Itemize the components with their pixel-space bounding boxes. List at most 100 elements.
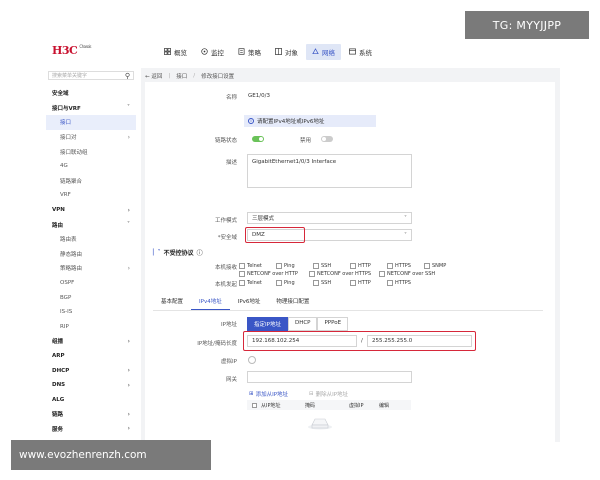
sidebar-item-4[interactable]: 接口联动组	[46, 144, 136, 159]
sidebar-item-15[interactable]: IS-IS	[46, 305, 136, 320]
sidebar-item-22[interactable]: 链路 ›	[46, 407, 136, 422]
sidebar-item-12[interactable]: 策略路由 ›	[46, 261, 136, 276]
protocol-checkbox[interactable]: HTTPS	[387, 279, 424, 287]
ip-highlight	[243, 331, 476, 351]
sidebar-item-5[interactable]: 4G	[46, 159, 136, 174]
info-icon: i	[248, 118, 254, 124]
search-icon[interactable]: ⚲	[125, 72, 130, 80]
sidebar-item-11[interactable]: 静态路由	[46, 247, 136, 262]
sidebar-item-6[interactable]: 链路聚合	[46, 174, 136, 189]
protocol-checkbox[interactable]: SSH	[313, 262, 350, 270]
sidebar-item-18[interactable]: ARP	[46, 349, 136, 364]
config-tabs: 基本配置 IPv4地址 IPv6地址 物理接口配置	[153, 295, 543, 311]
sidebar-item-0[interactable]: 安全域	[46, 86, 136, 101]
sidebar-item-label: 链路聚合	[60, 178, 83, 185]
sidebar-item-16[interactable]: RIP	[46, 320, 136, 335]
breadcrumb: ← 返回 | 接口 / 修改接口设置	[145, 72, 234, 80]
sidebar-item-9[interactable]: 路由 ˅	[46, 217, 136, 232]
chevron-icon: ›	[127, 206, 130, 214]
back-link[interactable]: ← 返回	[145, 72, 162, 80]
topnav-item-3[interactable]: 对象	[269, 44, 304, 60]
protocol-checkbox[interactable]: SNMP	[424, 262, 461, 270]
table-header-cell: 从IP地址	[261, 402, 281, 409]
sidebar-item-label: 静态路由	[60, 251, 83, 258]
sidebar-item-19[interactable]: DHCP ›	[46, 363, 136, 378]
sidebar-item-label: 安全域	[52, 91, 69, 98]
protocol-checkbox[interactable]: NETCONF over SSH	[379, 270, 449, 278]
policy-icon	[238, 47, 245, 57]
sidebar-item-label: 4G	[60, 163, 68, 170]
screenshot-canvas: H3C Chassis 概览 监控 策略 对象 网络 系统 搜索菜单关键字 ⚲ 安全域 接口与…	[0, 0, 600, 480]
security-zone-label: *安全域	[217, 235, 237, 241]
sidebar-item-label: 链路	[52, 412, 64, 419]
breadcrumb-separator: /	[193, 73, 196, 79]
delete-secondary-ip-link[interactable]: ⊟ 删除从IP地址	[309, 390, 348, 398]
sidebar-item-label: 接口联动组	[60, 149, 88, 156]
topnav-item-4[interactable]: 网络	[306, 44, 341, 60]
sidebar-item-21[interactable]: ALG	[46, 392, 136, 407]
ip-mode-option[interactable]: PPPoE	[317, 317, 349, 331]
gateway-label: 网关	[225, 377, 237, 383]
virtual-ip-checkbox[interactable]	[248, 356, 256, 364]
select-all-checkbox[interactable]	[247, 402, 261, 408]
sidebar-item-8[interactable]: VPN ›	[46, 203, 136, 218]
protocol-checkbox[interactable]: SSH	[313, 279, 350, 287]
protocol-checkbox[interactable]: HTTP	[350, 262, 387, 270]
local-send-label: 本机发起	[214, 282, 237, 288]
link-disable-toggle[interactable]	[321, 136, 333, 142]
grid-icon	[164, 47, 171, 57]
topnav-item-5[interactable]: 系统	[343, 44, 378, 60]
sidebar-item-label: VRF	[60, 192, 71, 199]
protocol-checkbox[interactable]: NETCONF over HTTPS	[309, 270, 379, 278]
sidebar-item-23[interactable]: 服务 ›	[46, 422, 136, 437]
breadcrumb-interfaces[interactable]: 接口	[176, 72, 187, 80]
sidebar-item-20[interactable]: DNS ›	[46, 378, 136, 393]
description-textarea[interactable]: GigabitEthernet1/0/3 Interface	[247, 154, 412, 188]
protocol-checkbox[interactable]: HTTPS	[387, 262, 424, 270]
add-secondary-ip-link[interactable]: ⊞ 添加从IP地址	[249, 390, 288, 398]
sidebar-item-13[interactable]: OSPF	[46, 276, 136, 291]
sidebar-item-label: ARP	[52, 352, 65, 359]
menu-search-input[interactable]: 搜索菜单关键字 ⚲	[48, 71, 134, 80]
unprotected-protocols-header[interactable]: ▏˅ 不受控协议 ⓘ	[153, 248, 203, 257]
topnav-label: 策略	[248, 49, 261, 57]
sidebar-item-label: 接口与VRF	[52, 105, 81, 112]
work-mode-select[interactable]: 三层模式 ˅	[247, 212, 412, 224]
sidebar-item-10[interactable]: 路由表	[46, 232, 136, 247]
protocol-checkbox[interactable]: HTTP	[350, 279, 387, 287]
link-enable-toggle[interactable]	[252, 136, 264, 142]
protocol-checkbox[interactable]: NETCONF over HTTP	[239, 270, 309, 278]
topnav-item-2[interactable]: 策略	[232, 44, 267, 60]
monitor-icon	[201, 47, 208, 57]
ip-mask-label: IP地址/掩码长度	[197, 341, 237, 347]
tab-1[interactable]: IPv4地址	[191, 295, 230, 310]
chevron-icon: ˅	[127, 221, 130, 229]
tab-2[interactable]: IPv6地址	[230, 295, 269, 310]
topnav-item-1[interactable]: 监控	[195, 44, 230, 60]
gateway-input[interactable]	[247, 371, 412, 383]
ip-mode-option[interactable]: DHCP	[287, 317, 318, 331]
topnav-item-0[interactable]: 概览	[158, 44, 193, 60]
zone-highlight	[245, 227, 305, 243]
breadcrumb-current: 修改接口设置	[201, 74, 235, 80]
sidebar-item-label: IS-IS	[60, 309, 73, 316]
sidebar-item-2[interactable]: 接口	[46, 115, 136, 130]
sidebar-item-label: VPN	[52, 207, 65, 214]
protocol-checkbox[interactable]: Ping	[276, 279, 313, 287]
chevron-icon: ›	[127, 381, 130, 389]
protocol-checkbox[interactable]: Ping	[276, 262, 313, 270]
protocol-checkbox[interactable]: Telnet	[239, 262, 276, 270]
sidebar-item-1[interactable]: 接口与VRF ˅	[46, 101, 136, 116]
sidebar-item-label: 接口对	[60, 135, 77, 142]
topnav-label: 网络	[322, 49, 335, 57]
tab-3[interactable]: 物理接口配置	[268, 295, 317, 310]
tab-0[interactable]: 基本配置	[153, 295, 191, 310]
protocol-checkbox[interactable]: Telnet	[239, 279, 276, 287]
sidebar-item-3[interactable]: 接口对 ›	[46, 130, 136, 145]
sidebar-item-7[interactable]: VRF	[46, 188, 136, 203]
sidebar-item-17[interactable]: 组播 ›	[46, 334, 136, 349]
site-watermark: www.evozhenrenzh.com	[11, 440, 211, 470]
ip-address-label: IP地址	[221, 322, 237, 328]
ip-mode-option[interactable]: 指定IP地址	[247, 317, 288, 331]
sidebar-item-14[interactable]: BGP	[46, 290, 136, 305]
